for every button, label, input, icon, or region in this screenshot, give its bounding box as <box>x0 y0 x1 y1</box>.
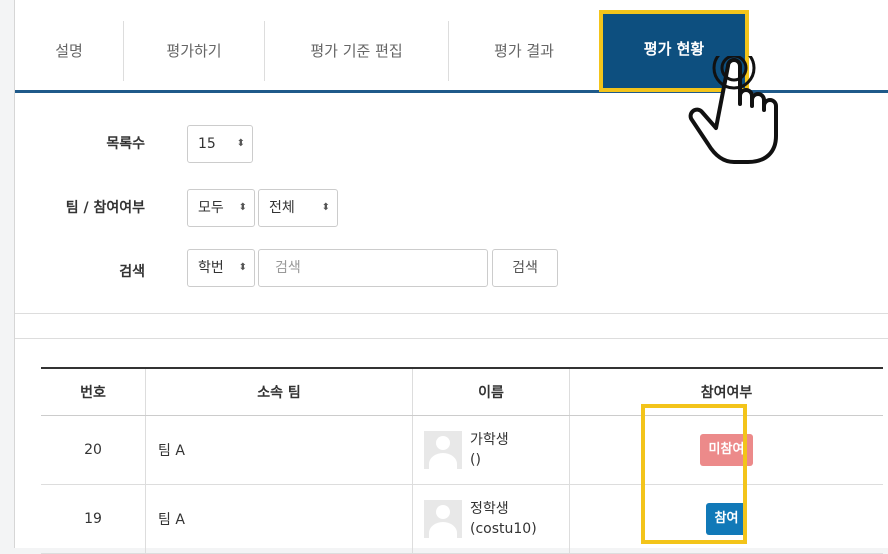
team-select[interactable]: 모두 ⬍ <box>187 189 255 227</box>
sort-arrows-icon: ⬍ <box>236 138 245 149</box>
student-id: (costu10) <box>470 521 537 537</box>
student-name[interactable]: 정학생 <box>470 499 537 519</box>
status-table: 번호 소속 팀 이름 참여여부 20 팀 A 가학생 () 미참여 19 팀 A… <box>41 367 883 554</box>
pointer-hand-icon <box>688 56 778 164</box>
list-count-select[interactable]: 15 ⬍ <box>187 125 253 163</box>
tab-edit-criteria[interactable]: 평가 기준 편집 <box>265 21 449 81</box>
tab-results[interactable]: 평가 결과 <box>449 12 599 90</box>
row-team: 팀 A <box>145 484 413 554</box>
header-name[interactable]: 이름 <box>412 367 570 416</box>
row-participation: 미참여 <box>569 415 883 485</box>
participation-select[interactable]: 전체 ⬍ <box>258 189 338 227</box>
avatar-icon <box>424 431 462 469</box>
list-count-label: 목록수 <box>106 136 145 152</box>
status-badge: 미참여 <box>699 434 754 466</box>
student-id: () <box>470 452 481 468</box>
row-participation: 참여 <box>569 484 883 554</box>
participation-select-value: 전체 <box>269 200 295 216</box>
sort-arrows-icon: ⬍ <box>238 202 247 213</box>
row-number: 20 <box>41 415 146 485</box>
row-name-cell: 정학생 (costu10) <box>412 484 570 554</box>
search-field-value: 학번 <box>198 260 224 276</box>
team-participation-label: 팀 / 참여여부 <box>65 200 145 216</box>
avatar-icon <box>424 500 462 538</box>
team-select-value: 모두 <box>198 200 224 216</box>
student-name[interactable]: 가학생 <box>470 430 509 450</box>
sort-arrows-icon: ⬍ <box>238 262 247 273</box>
list-count-value: 15 <box>198 136 216 152</box>
tab-evaluate[interactable]: 평가하기 <box>124 21 265 81</box>
header-number[interactable]: 번호 <box>41 367 146 416</box>
row-name-cell: 가학생 () <box>412 415 570 485</box>
header-participation[interactable]: 참여여부 <box>569 367 883 416</box>
search-label: 검색 <box>119 264 145 280</box>
search-button[interactable]: 검색 <box>492 249 558 287</box>
search-input[interactable]: 검색 <box>258 249 488 287</box>
sort-arrows-icon: ⬍ <box>321 202 330 213</box>
header-team[interactable]: 소속 팀 <box>145 367 413 416</box>
status-badge: 참여 <box>705 503 748 535</box>
row-team: 팀 A <box>145 415 413 485</box>
table-row: 19 팀 A 정학생 (costu10) 참여 <box>41 484 883 554</box>
search-field-select[interactable]: 학번 ⬍ <box>187 249 255 287</box>
row-number: 19 <box>41 484 146 554</box>
tab-description[interactable]: 설명 <box>15 21 124 81</box>
table-row: 20 팀 A 가학생 () 미참여 <box>41 415 883 485</box>
status-table-card: 번호 소속 팀 이름 참여여부 20 팀 A 가학생 () 미참여 19 팀 A… <box>15 338 888 554</box>
